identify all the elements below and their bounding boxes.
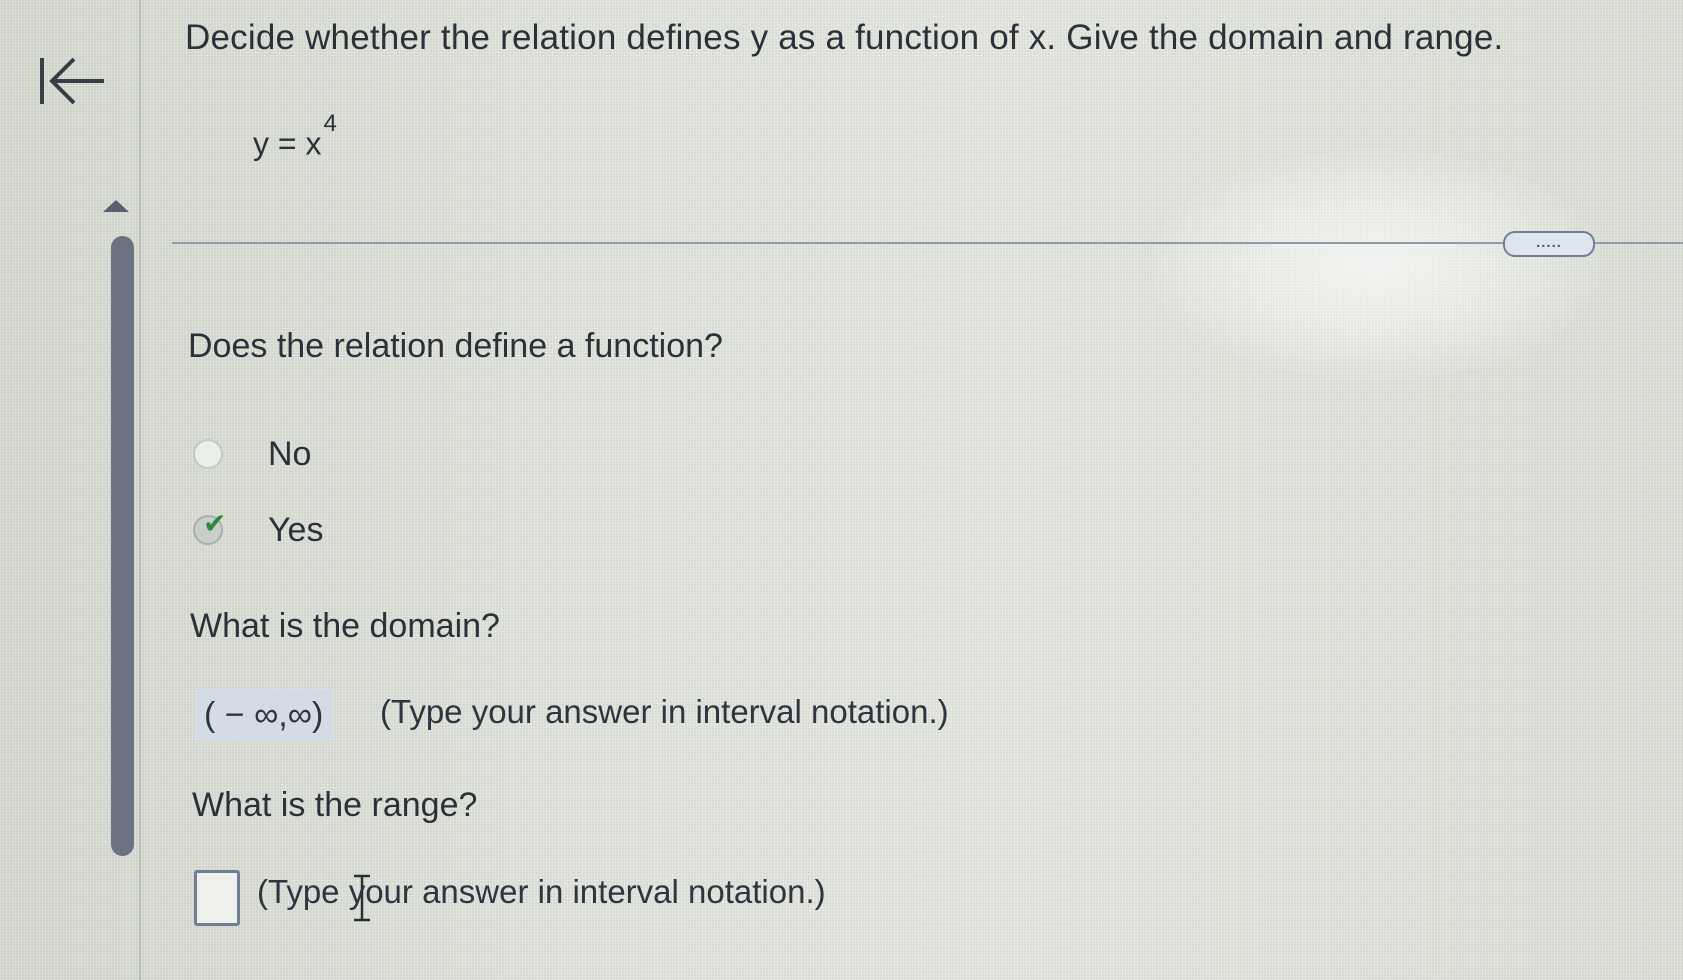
radio-yes[interactable]: ✔ [193,507,226,545]
screen-glare [1150,150,1600,380]
question-text: Decide whether the relation defines y as… [185,18,1504,57]
range-question: What is the range? [192,786,478,824]
section-divider [172,242,1683,244]
range-hint: (Type your answer in interval notation.) [257,873,826,910]
equation: y = x4 [253,110,337,163]
checkmark-icon: ✔ [203,507,227,540]
option-no[interactable]: No [193,434,311,474]
function-question: Does the relation define a function? [188,327,723,365]
option-yes[interactable]: ✔ Yes [193,507,324,550]
domain-answer-field[interactable]: ( − ∞,∞) [196,689,334,741]
first-page-icon [40,57,104,105]
range-answer-field[interactable] [194,870,240,926]
option-yes-label: Yes [268,510,324,549]
option-no-label: No [268,434,312,473]
scroll-up-arrow-icon[interactable] [103,200,129,212]
panel-divider [139,0,141,980]
expand-more-button[interactable]: ..... [1503,231,1595,257]
equation-exponent: 4 [323,110,337,137]
back-to-start-button[interactable] [38,54,108,112]
radio-no[interactable] [193,439,223,469]
domain-question: What is the domain? [190,607,500,645]
equation-base: y = x [253,125,322,162]
scrollbar-thumb[interactable] [111,236,134,856]
domain-hint: (Type your answer in interval notation.) [380,693,949,730]
